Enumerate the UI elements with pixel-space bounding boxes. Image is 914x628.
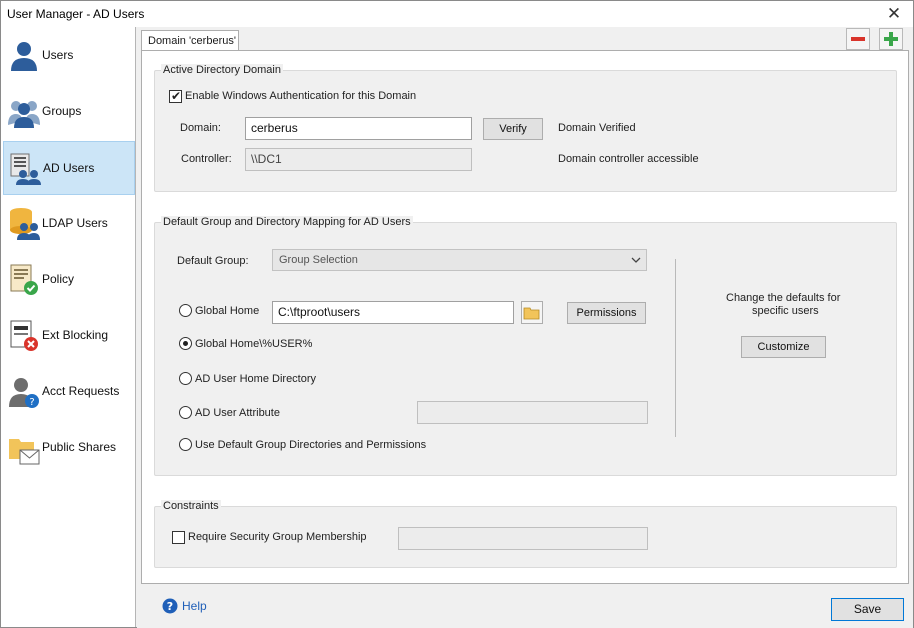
add-domain-button[interactable]	[879, 28, 903, 50]
minus-icon	[851, 37, 865, 41]
permissions-button[interactable]: Permissions	[567, 302, 646, 324]
controller-label: Controller:	[181, 153, 232, 165]
controller-field: \\DC1	[245, 148, 472, 171]
constraints-group-title: Constraints	[161, 500, 221, 512]
ad-attribute-radio[interactable]	[179, 406, 192, 419]
domain-label: Domain:	[180, 122, 221, 134]
sidebar-item-acct-requests[interactable]: ? Acct Requests	[3, 365, 135, 419]
radio-selected-dot	[183, 341, 188, 346]
sidebar-item-ext-blocking[interactable]: Ext Blocking	[3, 309, 135, 363]
sidebar-item-label: Policy	[42, 272, 75, 286]
sidebar-item-label: Groups	[42, 104, 82, 118]
customize-hint-line2: specific users	[752, 305, 819, 317]
use-default-group-label: Use Default Group Directories and Permis…	[195, 439, 427, 451]
global-home-path-input[interactable]: C:\ftproot\users	[272, 301, 514, 324]
users-icon	[11, 42, 37, 71]
close-button[interactable]: ✕	[883, 4, 905, 24]
sidebar-item-label: Users	[42, 48, 74, 62]
app-window: User Manager - AD Users ✕ Users Groups A…	[0, 0, 914, 628]
sidebar: Users Groups AD Users LDAP Users Policy …	[1, 27, 136, 627]
security-group-input	[398, 527, 648, 550]
policy-icon	[10, 264, 38, 295]
vertical-divider	[675, 259, 676, 437]
browse-folder-button[interactable]	[521, 301, 543, 324]
remove-domain-button[interactable]	[846, 28, 870, 50]
default-group-value: Group Selection	[279, 254, 358, 266]
sidebar-item-label: AD Users	[43, 161, 95, 175]
default-group-select[interactable]: Group Selection	[272, 249, 647, 271]
ext-blocking-icon	[10, 320, 38, 351]
title-bar: User Manager - AD Users ✕	[1, 1, 913, 27]
global-home-user-label: Global Home\%USER%	[195, 338, 313, 350]
tab-domain-cerberus[interactable]: Domain 'cerberus'	[141, 30, 239, 51]
help-label: Help	[182, 599, 207, 613]
sidebar-item-ad-users[interactable]: AD Users	[3, 141, 135, 195]
ad-users-icon	[10, 153, 41, 185]
sidebar-item-label: Ext Blocking	[42, 328, 109, 342]
ad-domain-group-title: Active Directory Domain	[161, 64, 283, 76]
ad-attribute-input	[417, 401, 648, 424]
sidebar-item-label: Public Shares	[42, 440, 117, 454]
help-link[interactable]: ? Help	[162, 598, 222, 616]
verify-button[interactable]: Verify	[483, 118, 543, 140]
window-title: User Manager - AD Users	[7, 7, 145, 21]
sidebar-item-groups[interactable]: Groups	[3, 85, 135, 139]
groups-icon	[8, 101, 40, 128]
mapping-group-title: Default Group and Directory Mapping for …	[161, 216, 413, 228]
svg-text:?: ?	[167, 600, 173, 613]
domain-input[interactable]: cerberus	[245, 117, 472, 140]
customize-hint-line1: Change the defaults for	[726, 292, 841, 304]
global-home-user-radio[interactable]	[179, 337, 192, 350]
enable-windows-auth-checkbox[interactable]: ✔	[169, 89, 182, 103]
ad-home-directory-label: AD User Home Directory	[195, 373, 317, 385]
chevron-down-icon	[631, 257, 641, 263]
sidebar-item-users[interactable]: Users	[3, 29, 135, 83]
sidebar-item-public-shares[interactable]: Public Shares	[3, 421, 135, 475]
require-security-group-label: Require Security Group Membership	[188, 531, 367, 543]
default-group-label: Default Group:	[177, 255, 249, 267]
sidebar-item-ldap-users[interactable]: LDAP Users	[3, 197, 135, 251]
svg-text:?: ?	[29, 397, 34, 408]
use-default-group-radio[interactable]	[179, 438, 192, 451]
customize-button[interactable]: Customize	[741, 336, 826, 358]
global-home-radio[interactable]	[179, 304, 192, 317]
plus-icon	[884, 32, 898, 46]
acct-requests-icon: ?	[9, 378, 39, 408]
domain-status: Domain Verified	[558, 122, 636, 134]
enable-windows-auth-label: Enable Windows Authentication for this D…	[185, 90, 417, 102]
sidebar-item-policy[interactable]: Policy	[3, 253, 135, 307]
ad-home-directory-radio[interactable]	[179, 372, 192, 385]
sidebar-item-label: Acct Requests	[42, 384, 120, 398]
folder-icon	[523, 307, 540, 320]
global-home-label: Global Home	[195, 305, 260, 317]
sidebar-item-label: LDAP Users	[42, 216, 108, 230]
checkmark-icon: ✔	[171, 89, 182, 103]
require-security-group-checkbox[interactable]	[172, 531, 185, 544]
footer-bar	[137, 585, 913, 628]
public-shares-icon	[9, 439, 40, 465]
ad-attribute-label: AD User Attribute	[195, 407, 280, 419]
ldap-users-icon	[10, 208, 40, 240]
controller-status: Domain controller accessible	[558, 153, 699, 165]
help-icon: ?	[162, 598, 178, 614]
save-button[interactable]: Save	[831, 598, 904, 621]
